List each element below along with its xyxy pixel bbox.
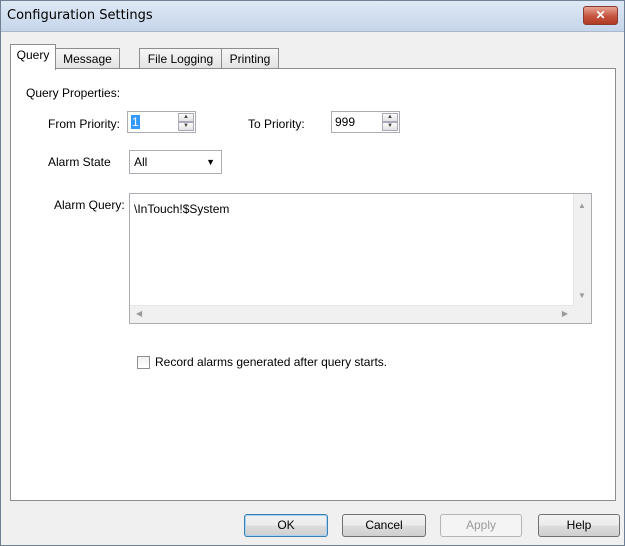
configuration-settings-dialog: Configuration Settings ✕ Query Message F… [0,0,625,546]
scroll-right-icon[interactable]: ▶ [562,309,568,318]
alarm-query-label: Alarm Query: [54,198,125,212]
close-icon[interactable]: ✕ [583,6,618,25]
from-priority-arrows: ▲ ▼ [178,113,194,131]
record-alarms-checkbox[interactable] [137,356,150,369]
window-title: Configuration Settings [7,8,153,23]
tab-query[interactable]: Query [10,44,56,70]
alarm-query-value[interactable]: \InTouch!$System [134,202,229,216]
alarm-state-dropdown[interactable]: All ▼ [129,150,222,174]
from-priority-value[interactable]: 1 [131,115,140,129]
to-priority-label: To Priority: [248,117,305,131]
from-priority-stepper[interactable]: 1 ▲ ▼ [127,111,196,133]
to-priority-stepper[interactable]: 999 ▲ ▼ [331,111,400,133]
spin-up-icon[interactable]: ▲ [178,113,194,122]
tab-message[interactable]: Message [55,48,120,68]
spin-down-icon[interactable]: ▼ [178,122,194,131]
ok-button[interactable]: OK [244,514,328,537]
to-priority-value[interactable]: 999 [335,115,355,129]
spin-down-icon[interactable]: ▼ [382,122,398,131]
from-priority-label: From Priority: [48,117,120,131]
to-priority-arrows: ▲ ▼ [382,113,398,131]
query-tab-panel: Query Properties: From Priority: 1 ▲ ▼ T… [10,68,616,501]
title-bar: Configuration Settings ✕ [1,1,624,32]
scrollbar-corner [574,306,591,323]
scroll-up-icon[interactable]: ▲ [578,201,586,210]
query-properties-label: Query Properties: [26,86,121,100]
tab-printing[interactable]: Printing [221,48,279,68]
help-button[interactable]: Help [538,514,620,537]
alarm-query-textarea[interactable]: \InTouch!$System ▲ ▼ ◀ ▶ [129,193,592,324]
record-alarms-label[interactable]: Record alarms generated after query star… [155,355,387,369]
tab-file-logging[interactable]: File Logging [139,48,222,68]
scroll-left-icon[interactable]: ◀ [136,309,142,318]
alarm-state-label: Alarm State [48,155,111,169]
cancel-button[interactable]: Cancel [342,514,426,537]
scroll-down-icon[interactable]: ▼ [578,291,586,300]
apply-button[interactable]: Apply [440,514,522,537]
horizontal-scrollbar[interactable]: ◀ ▶ [130,305,574,323]
chevron-down-icon: ▼ [206,157,215,167]
vertical-scrollbar[interactable]: ▲ ▼ [573,194,591,306]
spin-up-icon[interactable]: ▲ [382,113,398,122]
alarm-state-value: All [134,155,148,169]
